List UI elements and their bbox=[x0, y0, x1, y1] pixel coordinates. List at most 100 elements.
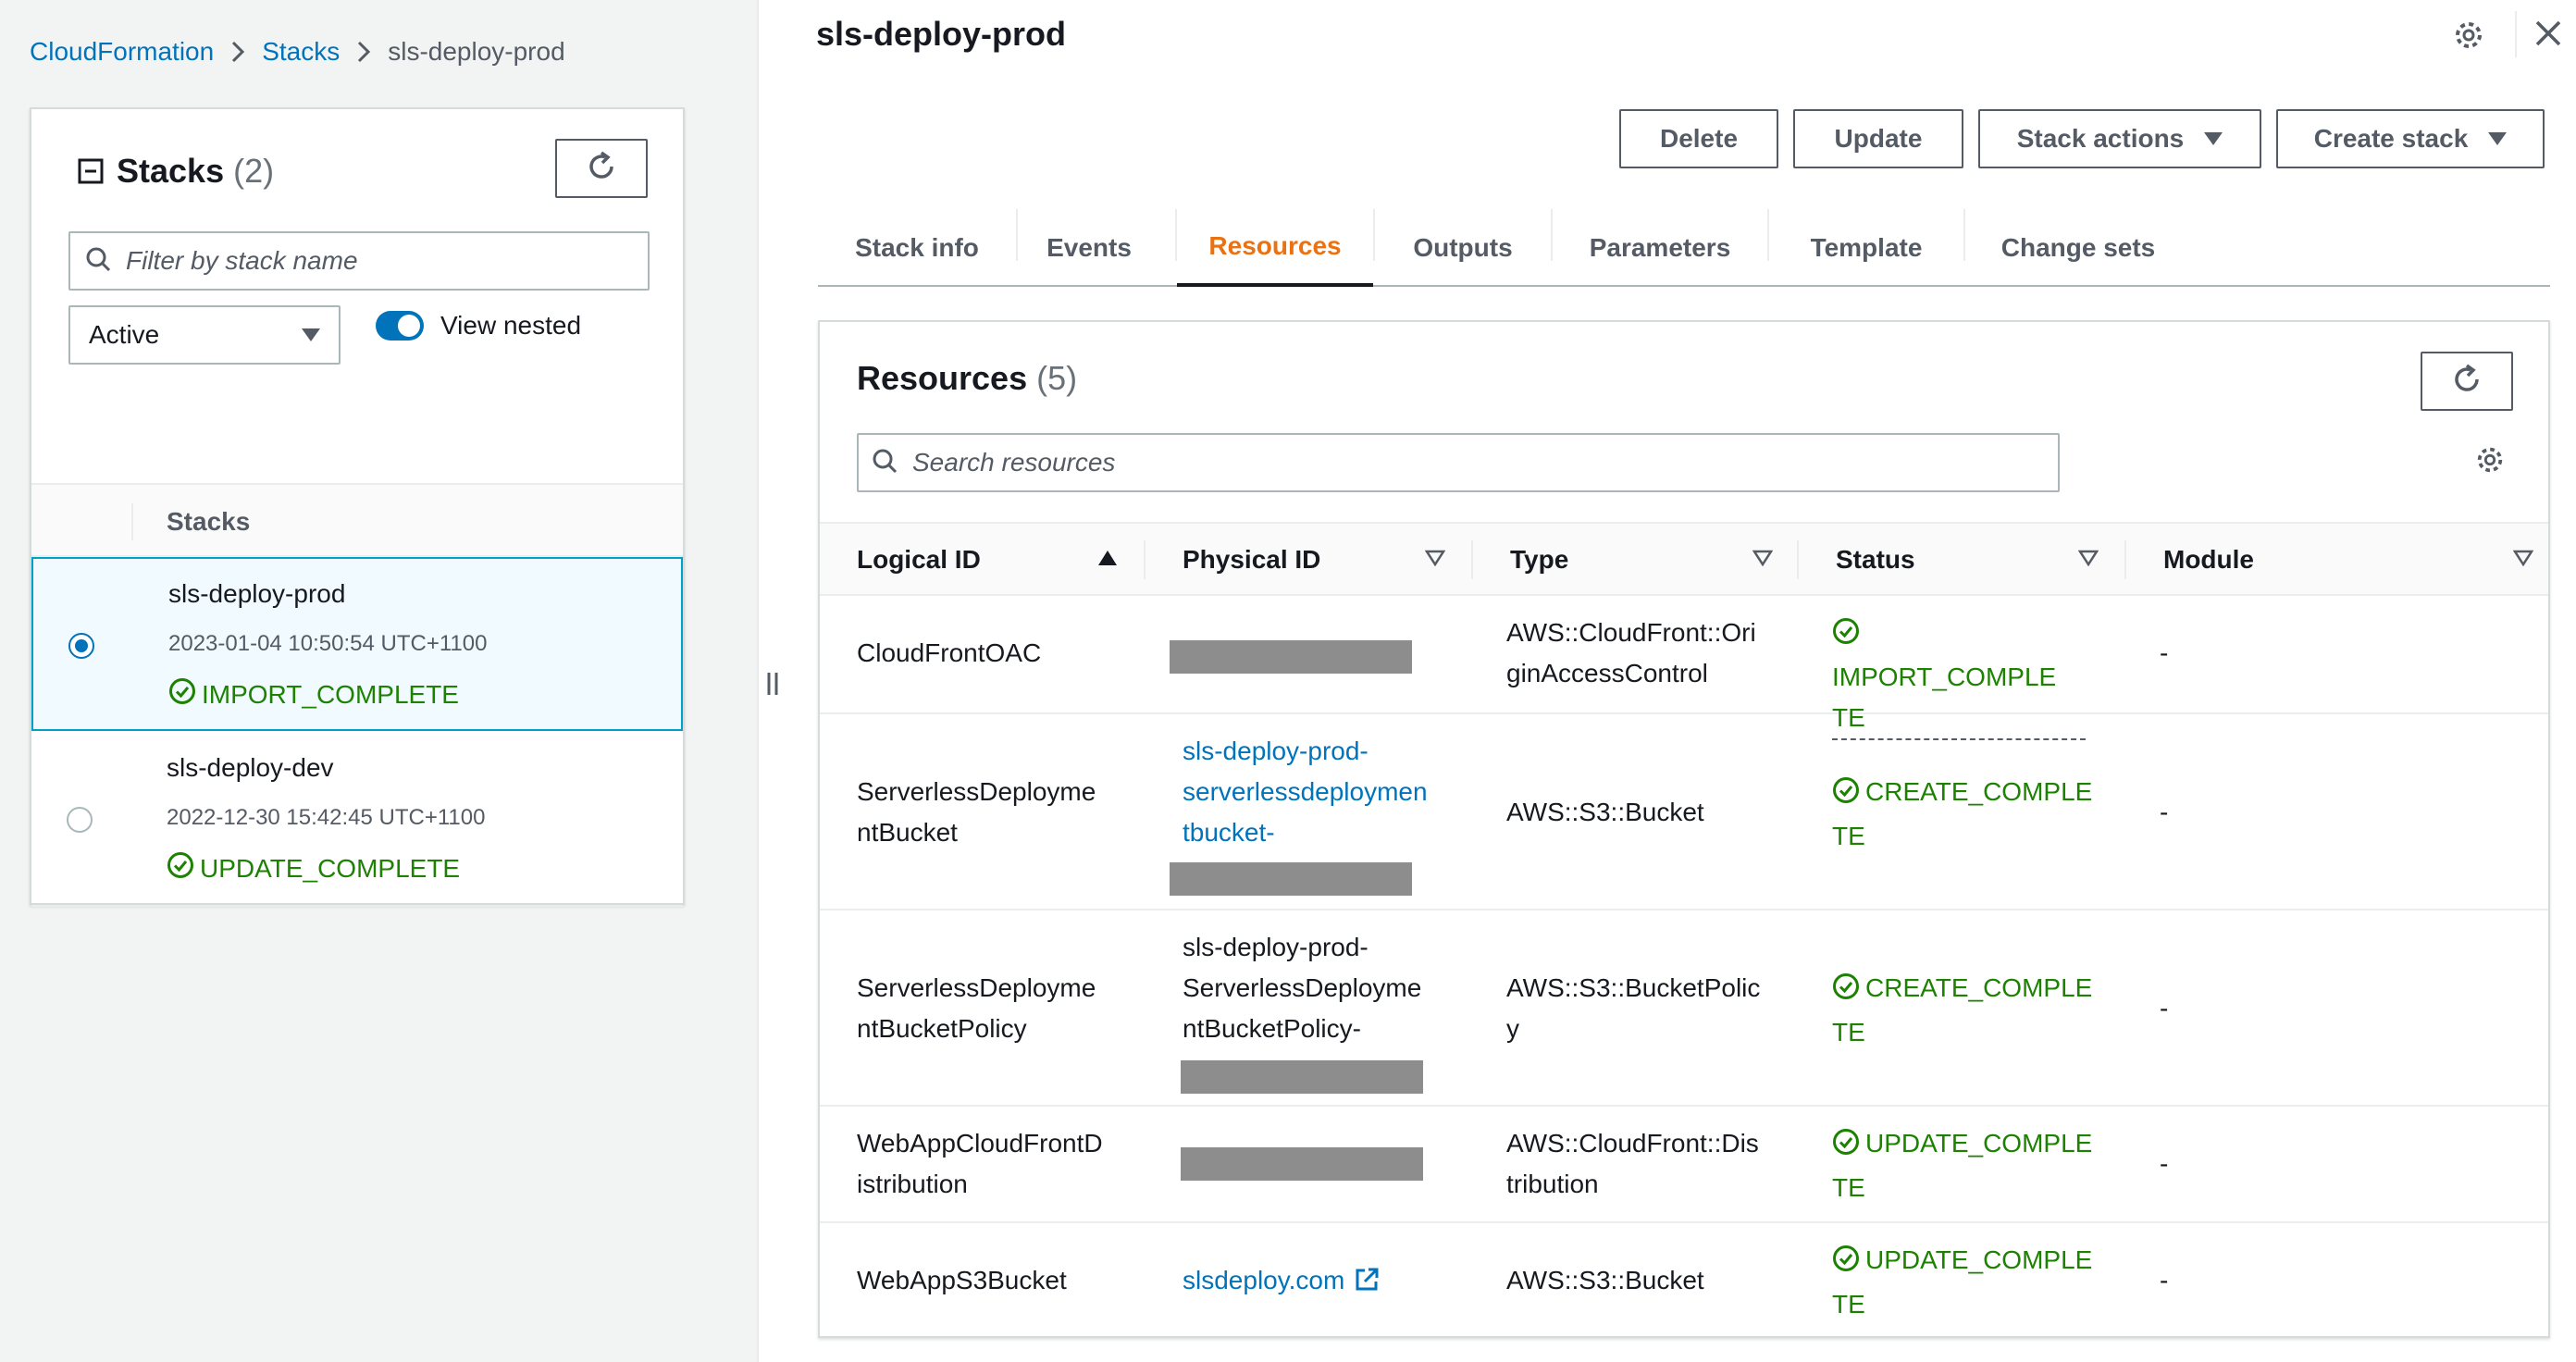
status-text: CREATE_COMPLE bbox=[1865, 777, 2093, 806]
column-type[interactable]: Type bbox=[1510, 524, 1568, 596]
table-preferences-gear-icon[interactable] bbox=[2474, 444, 2506, 480]
stack-timestamp: 2022-12-30 15:42:45 UTC+1100 bbox=[167, 805, 486, 830]
stacks-panel-title: Stacks bbox=[117, 152, 225, 190]
refresh-resources-button[interactable] bbox=[2421, 352, 2513, 411]
panel-resize-handle[interactable] bbox=[766, 672, 779, 701]
success-check-icon bbox=[1832, 1127, 1860, 1168]
physical-id-text: sls-deploy-prod- bbox=[1183, 933, 1368, 961]
tab-resources[interactable]: Resources bbox=[1177, 209, 1373, 287]
physical-id-cell: sls-deploy-prod- ServerlessDeployme ntBu… bbox=[1183, 927, 1421, 1049]
table-row[interactable]: ServerlessDeployme ntBucket sls-deploy-p… bbox=[820, 716, 2548, 910]
chevron-right-icon bbox=[214, 37, 262, 67]
update-button[interactable]: Update bbox=[1793, 109, 1963, 168]
tab-events[interactable]: Events bbox=[1018, 209, 1160, 287]
sort-ascending-icon[interactable] bbox=[1097, 550, 1118, 571]
column-module[interactable]: Module bbox=[2163, 524, 2254, 596]
type-text: AWS::CloudFront::Ori bbox=[1506, 618, 1756, 647]
stack-name: sls-deploy-dev bbox=[167, 753, 334, 782]
delete-button[interactable]: Delete bbox=[1619, 109, 1778, 168]
stack-row[interactable]: sls-deploy-dev 2022-12-30 15:42:45 UTC+1… bbox=[31, 733, 683, 907]
collapse-icon[interactable] bbox=[78, 158, 104, 184]
status-cell: CREATE_COMPLE TE bbox=[1832, 968, 2092, 1053]
filter-placeholder: Filter by stack name bbox=[126, 246, 358, 275]
physical-id-link[interactable]: slsdeploy.com bbox=[1183, 1260, 1380, 1305]
sort-icon[interactable] bbox=[1424, 550, 1446, 571]
stack-timestamp: 2023-01-04 10:50:54 UTC+1100 bbox=[168, 631, 488, 656]
chevron-right-icon bbox=[340, 37, 388, 67]
status-text: UPDATE_COMPLE bbox=[1865, 1245, 2093, 1274]
stack-radio[interactable] bbox=[67, 807, 93, 833]
logical-id-text: ServerlessDeployme bbox=[857, 973, 1096, 1002]
success-check-icon bbox=[1832, 972, 1860, 1012]
status-text: TE bbox=[1832, 822, 1865, 850]
success-check-icon bbox=[1832, 616, 1860, 657]
breadcrumb-cloudformation-link[interactable]: CloudFormation bbox=[30, 37, 214, 67]
tab-change-sets[interactable]: Change sets bbox=[1965, 209, 2191, 287]
physical-id-text: slsdeploy.com bbox=[1183, 1266, 1345, 1294]
status-text: TE bbox=[1832, 1173, 1865, 1202]
logical-id-text: ServerlessDeployme bbox=[857, 777, 1096, 806]
view-nested-label: View nested bbox=[440, 311, 582, 340]
type-text: ginAccessControl bbox=[1506, 659, 1708, 687]
logical-id-text: WebAppS3Bucket bbox=[857, 1266, 1067, 1294]
physical-id-text: sls-deploy-prod- bbox=[1183, 737, 1368, 765]
create-stack-button[interactable]: Create stack bbox=[2276, 109, 2545, 168]
type-text: tribution bbox=[1506, 1170, 1599, 1198]
type-text: AWS::S3::Bucket bbox=[1506, 798, 1704, 826]
table-row[interactable]: CloudFrontOAC AWS::CloudFront::Ori ginAc… bbox=[820, 596, 2548, 740]
logical-id-text: istribution bbox=[857, 1170, 968, 1198]
status-text: TE bbox=[1832, 1018, 1865, 1046]
table-row[interactable]: WebAppS3Bucket slsdeploy.com AWS::S3::Bu… bbox=[820, 1225, 2548, 1338]
status-text: IMPORT_COMPLE bbox=[1832, 662, 2057, 691]
column-status[interactable]: Status bbox=[1836, 524, 1915, 596]
type-text: AWS::CloudFront::Dis bbox=[1506, 1129, 1759, 1158]
stacks-count: (2) bbox=[233, 152, 275, 190]
sort-icon[interactable] bbox=[2512, 550, 2534, 571]
view-nested-toggle[interactable]: View nested bbox=[376, 311, 581, 340]
logical-id-text: ntBucketPolicy bbox=[857, 1014, 1027, 1043]
stack-actions-button[interactable]: Stack actions bbox=[1978, 109, 2261, 168]
refresh-stacks-button[interactable] bbox=[555, 139, 648, 198]
module-cell: - bbox=[2160, 798, 2169, 826]
table-row[interactable]: WebAppCloudFrontD istribution AWS::Cloud… bbox=[820, 1108, 2548, 1223]
close-icon[interactable] bbox=[2533, 19, 2563, 53]
filter-stacks-input[interactable]: Filter by stack name bbox=[68, 231, 650, 291]
type-cell: AWS::S3::BucketPolic y bbox=[1506, 968, 1760, 1049]
breadcrumb-stacks-link[interactable]: Stacks bbox=[262, 37, 340, 67]
logical-id-text: WebAppCloudFrontD bbox=[857, 1129, 1103, 1158]
stack-status-select[interactable]: Active bbox=[68, 305, 341, 365]
physical-id-text: ServerlessDeployme bbox=[1183, 973, 1422, 1002]
stack-status-text: IMPORT_COMPLETE bbox=[202, 679, 459, 709]
tab-template[interactable]: Template bbox=[1769, 209, 1963, 287]
type-cell: AWS::CloudFront::Ori ginAccessControl bbox=[1506, 613, 1756, 694]
create-stack-label: Create stack bbox=[2313, 124, 2469, 153]
toggle-switch[interactable] bbox=[376, 311, 424, 340]
sort-icon[interactable] bbox=[1752, 550, 1774, 571]
tab-parameters[interactable]: Parameters bbox=[1553, 209, 1767, 287]
status-cell: CREATE_COMPLE TE bbox=[1832, 772, 2092, 857]
success-check-icon bbox=[168, 677, 196, 712]
resources-count: (5) bbox=[1036, 359, 1078, 397]
stack-row[interactable]: sls-deploy-prod 2023-01-04 10:50:54 UTC+… bbox=[31, 557, 683, 731]
tab-stack-info[interactable]: Stack info bbox=[818, 209, 1016, 287]
logical-id-cell: ServerlessDeployme ntBucket bbox=[857, 772, 1096, 853]
physical-id-text: tbucket- bbox=[1183, 818, 1275, 847]
status-text: UPDATE_COMPLE bbox=[1865, 1129, 2093, 1158]
logical-id-text: CloudFrontOAC bbox=[857, 638, 1042, 667]
status-cell: UPDATE_COMPLE TE bbox=[1832, 1123, 2092, 1208]
breadcrumb: CloudFormation Stacks sls-deploy-prod bbox=[30, 37, 565, 67]
search-resources-input[interactable]: Search resources bbox=[857, 433, 2060, 492]
column-physical-id[interactable]: Physical ID bbox=[1183, 524, 1320, 596]
column-logical-id[interactable]: Logical ID bbox=[857, 524, 981, 596]
type-text: y bbox=[1506, 1014, 1519, 1043]
success-check-icon bbox=[1832, 775, 1860, 816]
settings-gear-icon[interactable] bbox=[2452, 19, 2485, 56]
stack-actions-label: Stack actions bbox=[2016, 124, 2185, 153]
tab-outputs[interactable]: Outputs bbox=[1375, 209, 1551, 287]
table-row[interactable]: ServerlessDeployme ntBucketPolicy sls-de… bbox=[820, 912, 2548, 1107]
physical-id-link[interactable]: sls-deploy-prod- serverlessdeploymen tbu… bbox=[1183, 731, 1428, 853]
stack-radio-selected[interactable] bbox=[68, 633, 94, 659]
delete-button-label: Delete bbox=[1659, 124, 1739, 153]
sort-icon[interactable] bbox=[2077, 550, 2099, 571]
stacks-column-header: Stacks bbox=[31, 483, 683, 557]
